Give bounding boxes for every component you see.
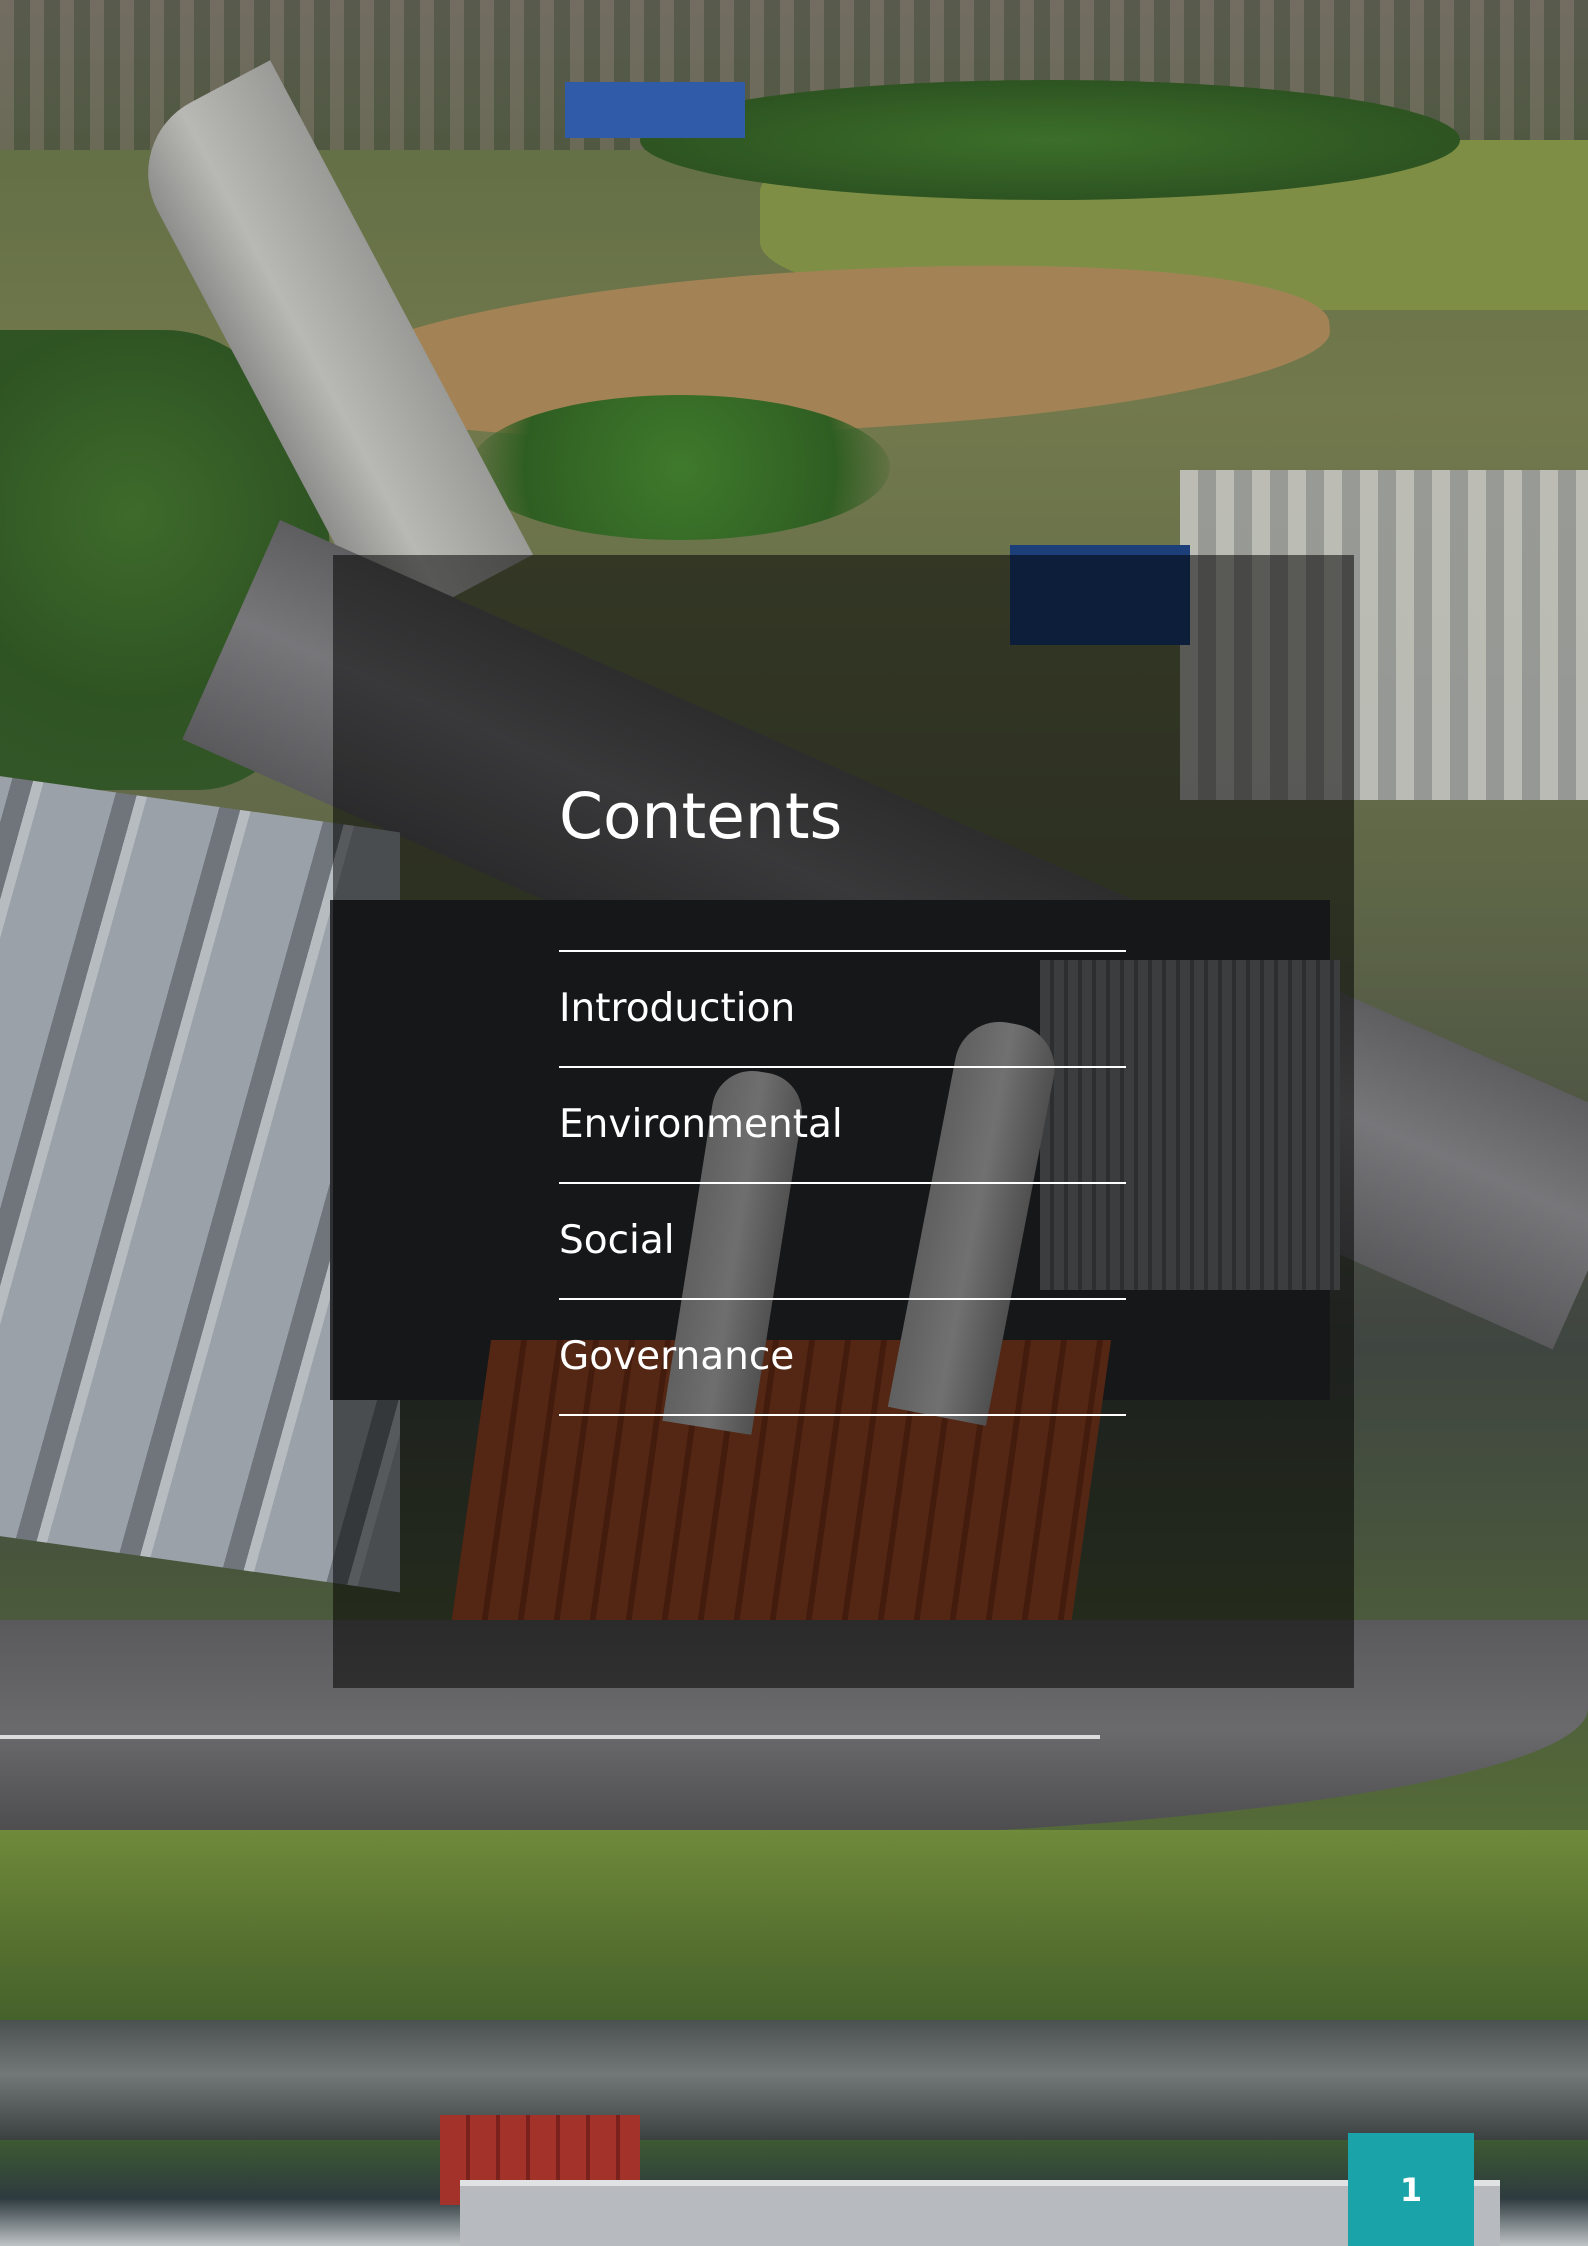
toc-item-governance[interactable]: Governance: [559, 1300, 1126, 1416]
photo-river: [0, 2020, 1588, 2140]
photo-trees-top: [640, 80, 1460, 200]
table-of-contents: Introduction Environmental Social Govern…: [559, 950, 1126, 1416]
photo-trees-mid: [470, 395, 890, 540]
toc-item-label: Environmental: [559, 1102, 843, 1147]
page-number-badge: 1: [1348, 2133, 1474, 2246]
photo-bottom-roof: [460, 2180, 1500, 2246]
toc-item-label: Social: [559, 1218, 675, 1263]
toc-item-social[interactable]: Social: [559, 1184, 1126, 1300]
toc-item-introduction[interactable]: Introduction: [559, 952, 1126, 1068]
photo-blue-building: [565, 82, 745, 138]
toc-item-environmental[interactable]: Environmental: [559, 1068, 1126, 1184]
toc-item-label: Introduction: [559, 986, 796, 1031]
photo-lane-marking: [0, 1735, 1100, 1739]
page-title: Contents: [559, 780, 843, 853]
toc-item-label: Governance: [559, 1334, 795, 1379]
